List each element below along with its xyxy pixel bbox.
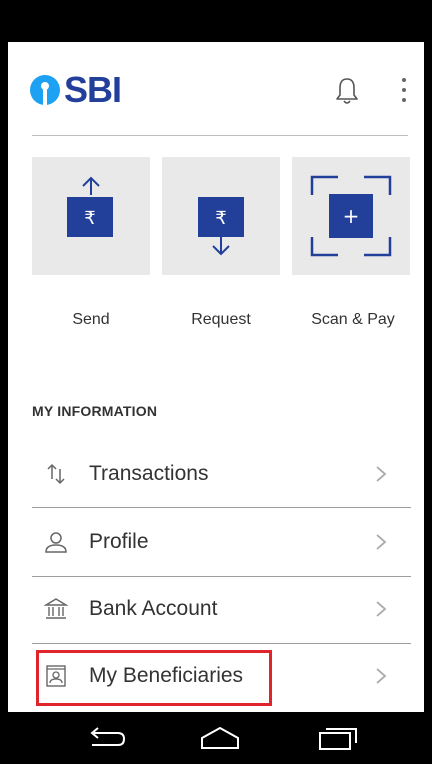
user-icon (45, 532, 67, 553)
scan-qr-icon: + (310, 175, 392, 257)
scan-glyph: + (343, 204, 360, 228)
home-icon[interactable] (198, 725, 242, 751)
request-label[interactable]: Request (156, 311, 286, 329)
bank-icon (44, 598, 68, 619)
list-item-profile[interactable]: Profile (32, 510, 411, 577)
brand-name: SBI (64, 69, 122, 110)
back-icon[interactable] (84, 725, 128, 751)
header-divider (32, 135, 408, 136)
recents-icon[interactable] (316, 725, 360, 751)
app-bar: SBI (8, 42, 424, 136)
scan-pay-label[interactable]: Scan & Pay (288, 311, 418, 329)
highlight-box (36, 650, 272, 706)
chevron-right-icon (376, 668, 387, 684)
frame-left (0, 0, 8, 764)
request-glyph: ₹ (215, 208, 226, 229)
list-item-transactions[interactable]: Transactions (32, 442, 411, 508)
send-glyph: ₹ (84, 208, 95, 229)
rupee-request-icon: ₹ (198, 197, 244, 256)
more-vert-icon[interactable] (400, 78, 408, 102)
scan-pay-tile[interactable]: + (292, 157, 410, 275)
send-label[interactable]: Send (26, 311, 156, 329)
transactions-label: Transactions (89, 462, 209, 485)
status-bar (0, 0, 432, 42)
frame-right (424, 0, 432, 764)
bank-account-label: Bank Account (89, 597, 218, 620)
transactions-arrows-icon (47, 463, 65, 485)
request-tile[interactable]: ₹ (162, 157, 280, 275)
chevron-right-icon (376, 466, 387, 482)
navigation-bar (0, 712, 432, 764)
chevron-right-icon (376, 601, 387, 617)
sbi-logo-icon (30, 75, 60, 105)
profile-label: Profile (89, 530, 149, 553)
rupee-send-icon: ₹ (67, 176, 113, 237)
section-title-my-information: MY INFORMATION (32, 403, 158, 419)
sbi-logo: SBI (30, 69, 122, 110)
list-item-bank-account[interactable]: Bank Account (32, 577, 411, 644)
bell-icon[interactable] (334, 76, 360, 106)
send-tile[interactable]: ₹ (32, 157, 150, 275)
chevron-right-icon (376, 534, 387, 550)
